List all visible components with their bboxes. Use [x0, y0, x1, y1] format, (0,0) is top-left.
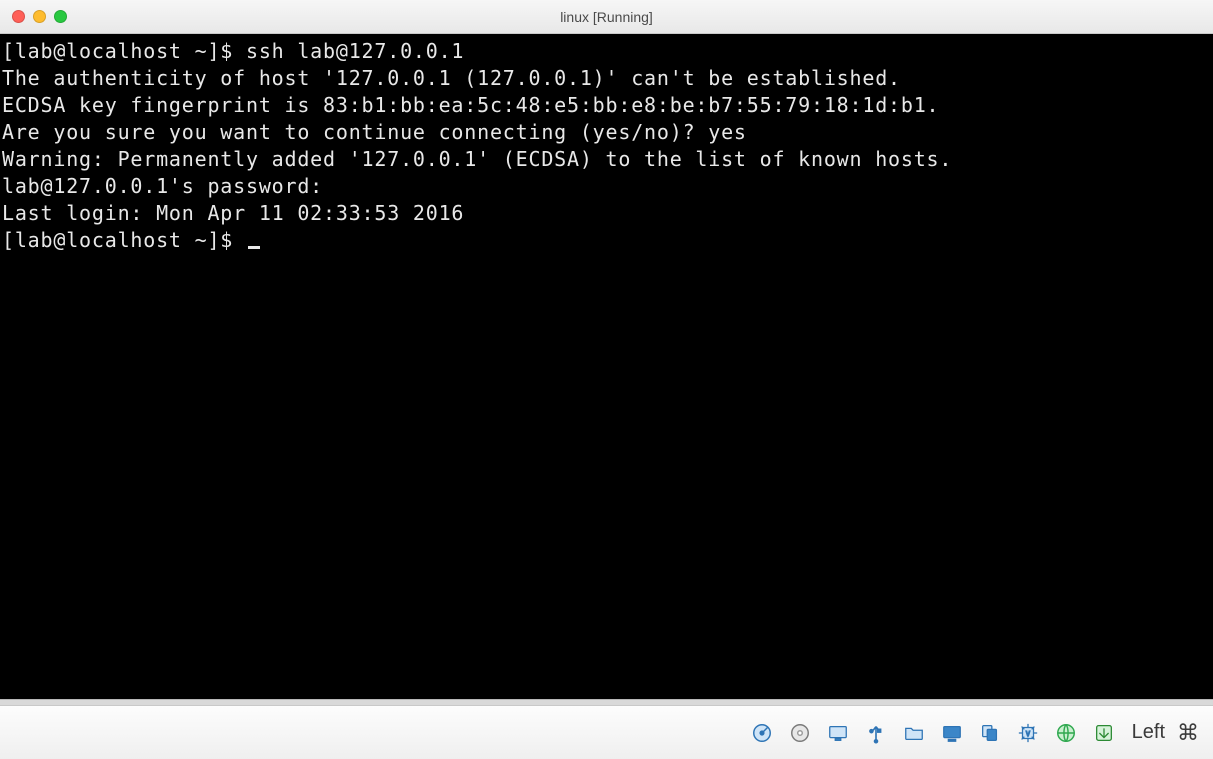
- zoom-window-button[interactable]: [54, 10, 67, 23]
- usb-icon[interactable]: [862, 719, 890, 747]
- clipboard-icon[interactable]: [976, 719, 1004, 747]
- window-title: linux [Running]: [0, 9, 1213, 25]
- host-key-label: Left: [1132, 721, 1165, 744]
- capture-icon[interactable]: [1090, 719, 1118, 747]
- terminal-line: lab@127.0.0.1's password:: [2, 174, 323, 198]
- host-key-symbol: ⌘: [1177, 720, 1199, 746]
- terminal-line: ECDSA key fingerprint is 83:b1:bb:ea:5c:…: [2, 93, 939, 117]
- terminal-line: Last login: Mon Apr 11 02:33:53 2016: [2, 201, 464, 225]
- terminal-viewport[interactable]: [lab@localhost ~]$ ssh lab@127.0.0.1 The…: [0, 34, 1213, 699]
- monitor-icon[interactable]: [938, 719, 966, 747]
- network-icon[interactable]: [1052, 719, 1080, 747]
- terminal-line: [lab@localhost ~]$ ssh lab@127.0.0.1: [2, 39, 464, 63]
- terminal-line: The authenticity of host '127.0.0.1 (127…: [2, 66, 901, 90]
- chip-icon[interactable]: V: [1014, 719, 1042, 747]
- minimize-window-button[interactable]: [33, 10, 46, 23]
- terminal-line: Warning: Permanently added '127.0.0.1' (…: [2, 147, 952, 171]
- close-window-button[interactable]: [12, 10, 25, 23]
- display-icon[interactable]: [824, 719, 852, 747]
- terminal-prompt: [lab@localhost ~]$: [2, 228, 246, 252]
- terminal-cursor: [248, 246, 260, 249]
- window-titlebar: linux [Running]: [0, 0, 1213, 34]
- harddisk-icon[interactable]: [748, 719, 776, 747]
- svg-text:V: V: [1025, 728, 1030, 737]
- vm-status-bar: V Left ⌘: [0, 705, 1213, 759]
- shared-folder-icon[interactable]: [900, 719, 928, 747]
- terminal-line: Are you sure you want to continue connec…: [2, 120, 747, 144]
- window-controls: [12, 10, 67, 23]
- optical-disc-icon[interactable]: [786, 719, 814, 747]
